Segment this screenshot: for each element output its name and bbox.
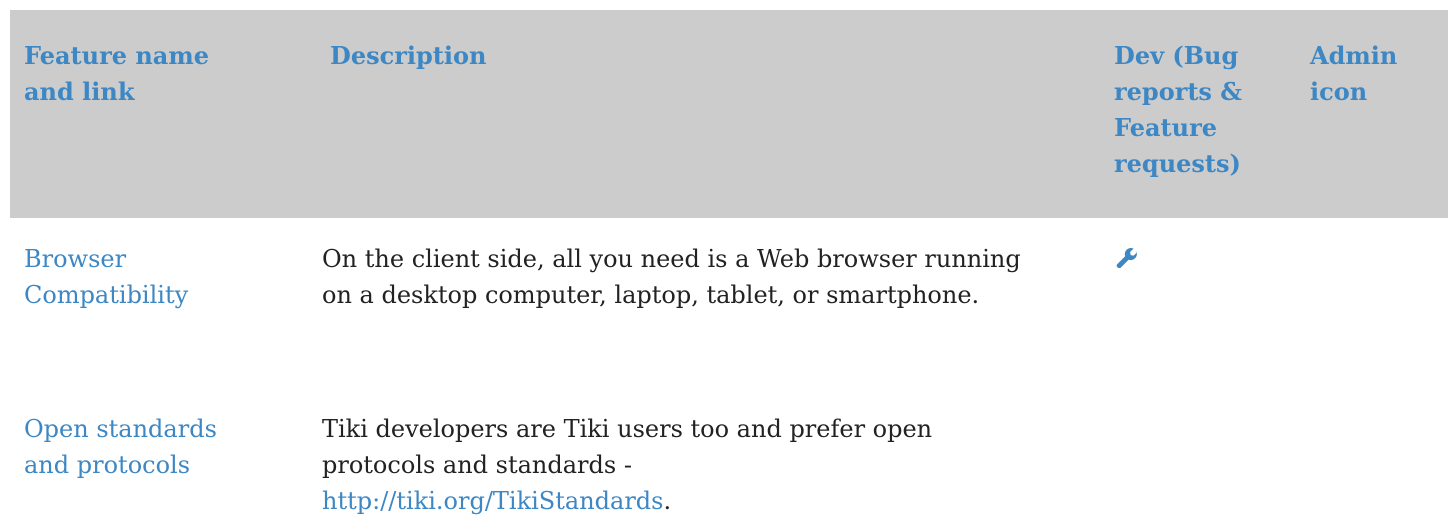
feature-link-browser-compatibility[interactable]: Browser Compatibility xyxy=(24,245,188,309)
description-suffix: . xyxy=(663,487,672,515)
table-row: Browser Compatibility On the client side… xyxy=(10,218,1448,388)
header-admin-icon[interactable]: Admin icon xyxy=(1310,38,1430,110)
wrench-icon[interactable] xyxy=(1116,246,1156,268)
header-dev[interactable]: Dev (Bug reports & Feature requests) xyxy=(1114,38,1274,182)
feature-link-open-standards[interactable]: Open standards and protocols xyxy=(24,415,217,479)
table-header: Feature name and link Description Dev (B… xyxy=(10,10,1448,218)
tiki-standards-link[interactable]: http://tiki.org/TikiStandards xyxy=(322,487,663,515)
feature-link[interactable]: Browser Compatibility xyxy=(24,241,264,313)
description-text: Tiki developers are Tiki users too and p… xyxy=(322,415,933,479)
header-feature-name[interactable]: Feature name and link xyxy=(24,38,244,110)
feature-description: Tiki developers are Tiki users too and p… xyxy=(322,411,1022,519)
table-row: Open standards and protocols Tiki develo… xyxy=(10,388,1448,528)
feature-description: On the client side, all you need is a We… xyxy=(322,245,1021,309)
feature-link[interactable]: Open standards and protocols xyxy=(24,411,264,483)
header-description[interactable]: Description xyxy=(330,38,830,74)
features-table: Feature name and link Description Dev (B… xyxy=(10,10,1448,528)
